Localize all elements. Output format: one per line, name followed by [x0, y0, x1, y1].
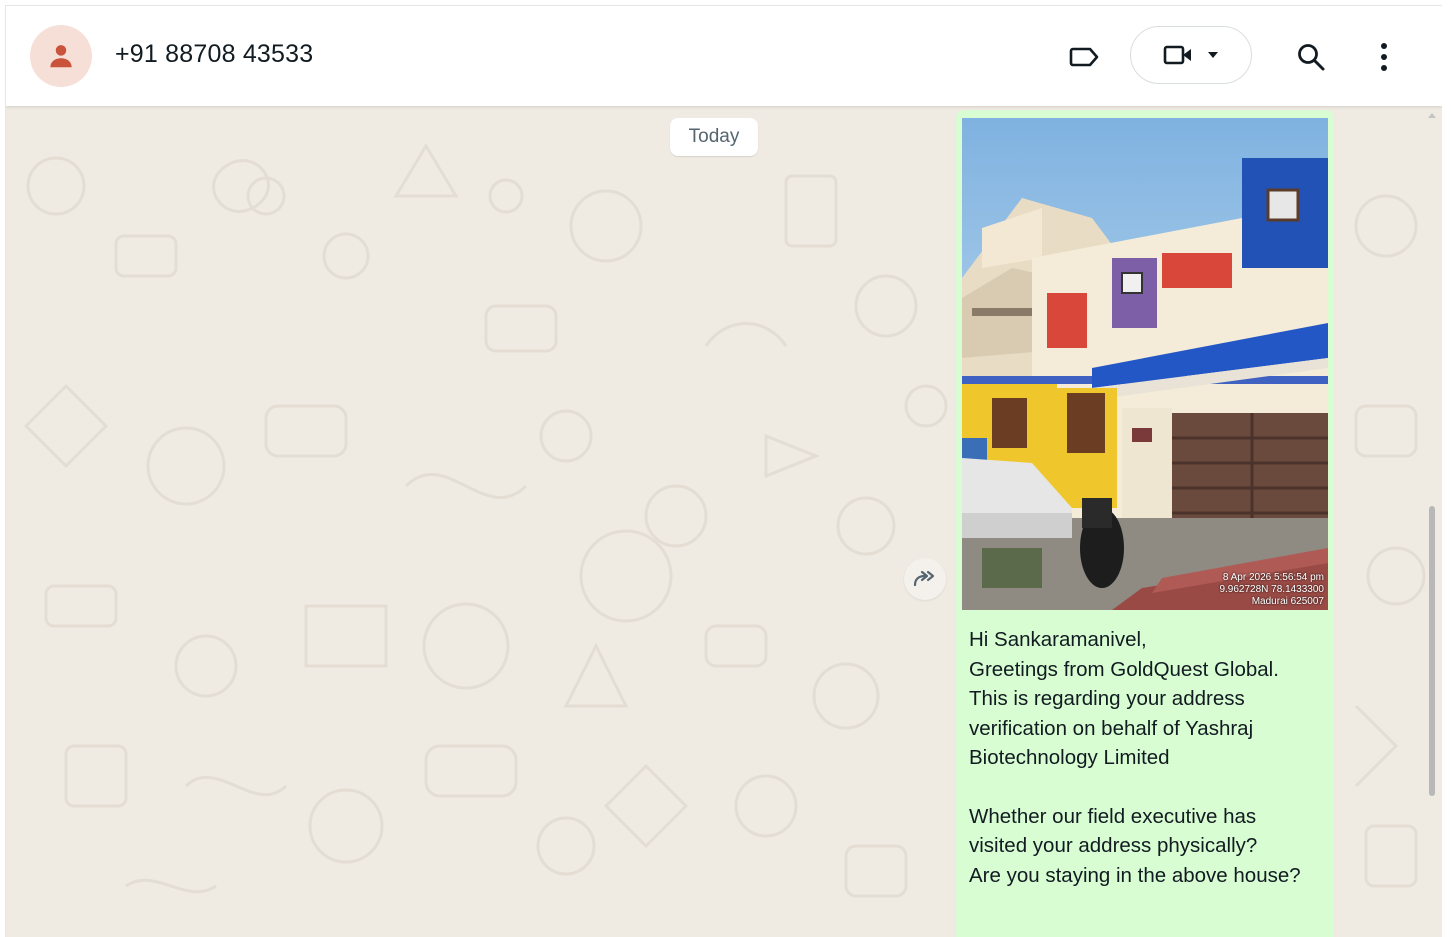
date-separator: Today [670, 118, 758, 156]
contact-name[interactable]: +91 88708 43533 [115, 40, 313, 69]
forward-arrow-icon [913, 570, 935, 587]
video-camera-icon [1163, 45, 1191, 65]
video-call-button[interactable] [1130, 26, 1252, 84]
search-button[interactable] [1290, 36, 1332, 78]
overlay-date: 8 Apr 2026 5:56:54 pm [1222, 572, 1324, 583]
message-line: Biotechnology Limited [969, 746, 1170, 769]
caret-down-icon [1208, 52, 1218, 58]
overlay-coords: 9.962728N 78.1433300 [1219, 584, 1324, 595]
message-line: Hi Sankaramanivel, [969, 628, 1147, 651]
label-button[interactable] [1064, 36, 1106, 78]
label-icon [1069, 47, 1099, 67]
message-line: This is regarding your address [969, 687, 1245, 710]
overlay-location: Madurai 625007 [1251, 596, 1324, 607]
person-icon [50, 45, 72, 68]
message-photo[interactable]: 8 Apr 2026 5:56:54 pm 9.962728N 78.14333… [962, 118, 1328, 610]
message-bubble[interactable]: 8 Apr 2026 5:56:54 pm 9.962728N 78.14333… [956, 110, 1334, 937]
message-line: visited your address physically? [969, 834, 1258, 857]
message-line: Whether our field executive has [969, 804, 1257, 828]
contact-avatar[interactable] [30, 25, 92, 87]
message-line: Are you staying in the above house? [969, 863, 1301, 887]
whatsapp-chat-window: +91 88708 43533 Today 8 Apr 2026 5:56:54… [5, 5, 1442, 937]
house-photo [962, 118, 1328, 610]
message-line: Greetings from GoldQuest Global. [969, 657, 1279, 681]
menu-button[interactable] [1364, 36, 1404, 78]
chat-header: +91 88708 43533 [6, 6, 1442, 106]
chat-scrollbar[interactable] [1429, 506, 1435, 796]
scroll-up-arrow-icon[interactable] [1427, 110, 1437, 120]
forward-button[interactable] [904, 558, 946, 600]
vertical-dots-icon [1381, 43, 1387, 71]
message-line: verification on behalf of Yashraj [969, 716, 1254, 740]
image-timestamp-overlay: 8 Apr 2026 5:56:54 pm 9.962728N 78.14333… [1219, 572, 1324, 608]
search-icon [1298, 44, 1325, 71]
message-text: Hi Sankaramanivel, Greetings from GoldQu… [969, 625, 1324, 890]
chat-area[interactable]: Today 8 Apr 2026 5:56:54 pm 9.962728N 78… [6, 106, 1442, 937]
